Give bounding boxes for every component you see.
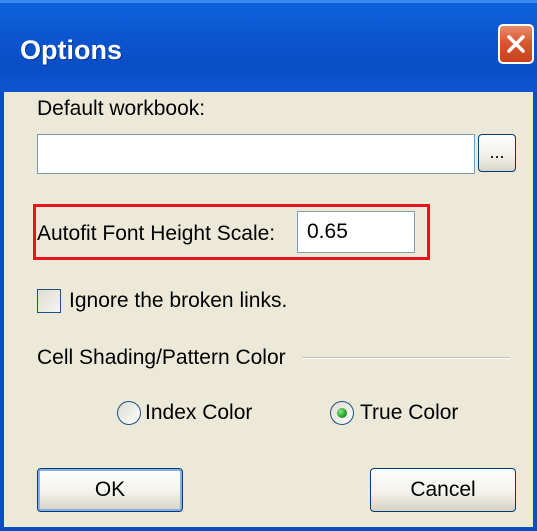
true-color-label[interactable]: True Color xyxy=(360,401,458,425)
title-bar[interactable]: Options xyxy=(0,0,537,92)
browse-button[interactable]: ... xyxy=(478,134,516,172)
cancel-button[interactable]: Cancel xyxy=(370,468,516,512)
group-divider xyxy=(302,357,510,359)
autofit-scale-input[interactable]: 0.65 xyxy=(297,211,415,253)
true-color-radio[interactable] xyxy=(330,401,354,425)
ignore-links-label[interactable]: Ignore the broken links. xyxy=(69,289,287,313)
window-title: Options xyxy=(20,35,122,65)
ok-button[interactable]: OK xyxy=(37,468,183,512)
radio-selected-dot xyxy=(337,408,347,418)
autofit-label: Autofit Font Height Scale: xyxy=(37,222,276,245)
cell-shading-group-label: Cell Shading/Pattern Color xyxy=(37,346,286,369)
index-color-radio[interactable] xyxy=(117,401,141,425)
default-workbook-label: Default workbook: xyxy=(37,97,206,120)
index-color-label[interactable]: Index Color xyxy=(145,401,252,425)
default-workbook-input[interactable] xyxy=(37,134,475,174)
close-icon xyxy=(507,35,525,53)
ignore-links-checkbox[interactable] xyxy=(37,289,61,313)
close-button[interactable] xyxy=(498,24,534,64)
